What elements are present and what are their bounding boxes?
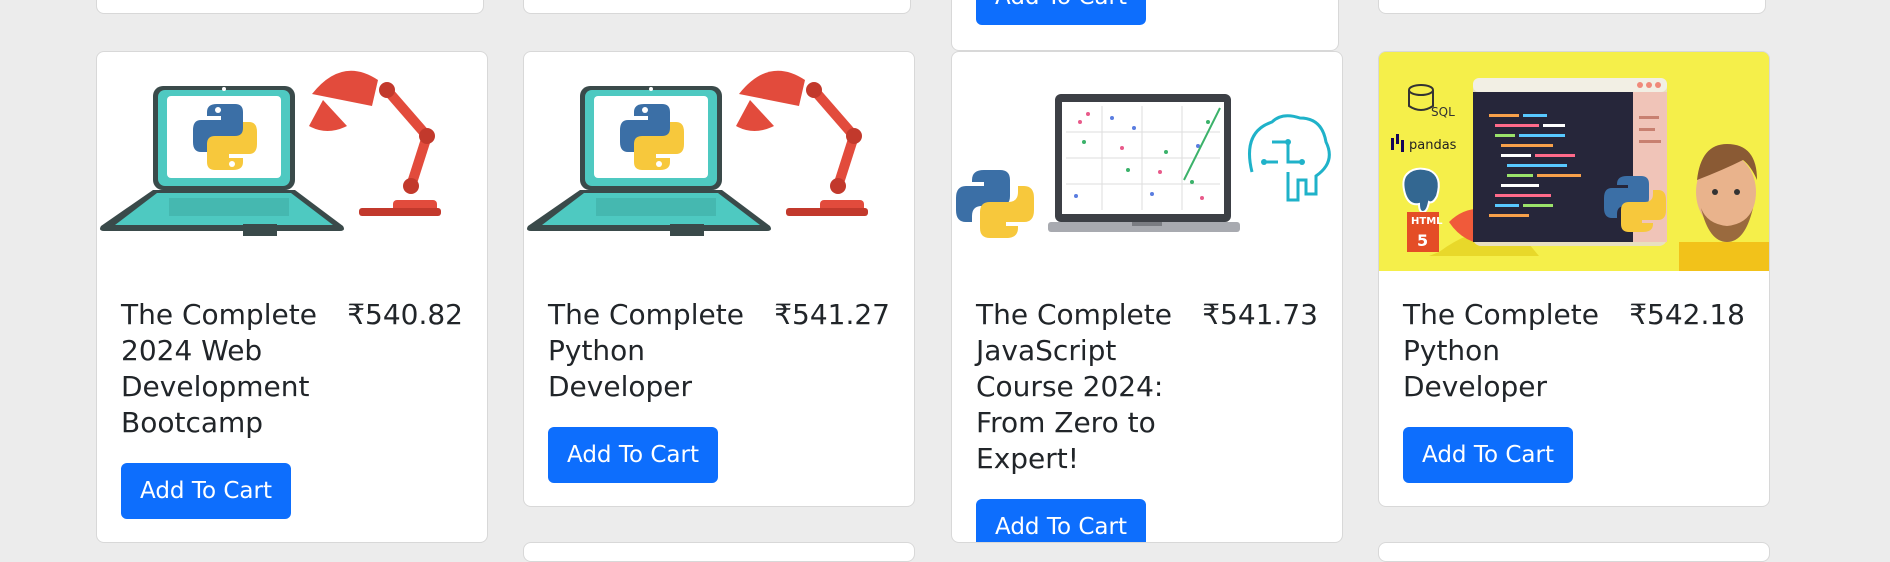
product-card: The Complete JavaScript Course 2024: Fro… — [951, 51, 1343, 543]
product-price: ₹542.18 — [1629, 298, 1745, 331]
add-to-cart-button[interactable]: Add To Cart — [976, 499, 1146, 542]
product-title: The Complete JavaScript Course 2024: Fro… — [976, 298, 1172, 475]
product-card-top-1 — [96, 0, 484, 14]
product-image — [524, 52, 914, 271]
svg-text:HTML: HTML — [1411, 216, 1443, 227]
product-card: The Complete 2024 Web Development Bootca… — [96, 51, 488, 543]
product-image — [97, 52, 487, 271]
python-developer-banner: SQL pandas HTML 5 — [1379, 52, 1769, 271]
product-card: The Complete Python Developer ₹541.27 Ad… — [523, 51, 915, 507]
product-price: ₹540.82 — [347, 298, 463, 331]
python-data-science-illustration — [956, 94, 1331, 238]
add-to-cart-button[interactable]: Add To Cart — [1403, 427, 1573, 483]
product-card: SQL pandas HTML 5 The Complete Python De… — [1378, 51, 1770, 507]
product-price: ₹541.27 — [774, 298, 890, 331]
product-card-next-4 — [1378, 542, 1770, 562]
python-laptop-lamp-illustration — [527, 70, 868, 236]
product-title: The Complete 2024 Web Development Bootca… — [121, 298, 317, 439]
svg-text:5: 5 — [1417, 231, 1428, 250]
product-card-top-3: Add To Cart — [951, 0, 1339, 51]
product-title: The Complete Python Developer — [1403, 298, 1599, 403]
product-title: The Complete Python Developer — [548, 298, 744, 403]
svg-text:SQL: SQL — [1431, 105, 1455, 119]
add-to-cart-button[interactable]: Add To Cart — [121, 463, 291, 519]
add-to-cart-button[interactable]: Add To Cart — [976, 0, 1146, 25]
product-image: SQL pandas HTML 5 — [1379, 52, 1769, 271]
product-card-top-4 — [1378, 0, 1766, 14]
product-card-next-2 — [523, 542, 915, 562]
python-laptop-lamp-illustration — [100, 70, 441, 236]
product-price: ₹541.73 — [1202, 298, 1318, 331]
product-image — [952, 52, 1342, 271]
product-card-top-2 — [523, 0, 911, 14]
add-to-cart-button[interactable]: Add To Cart — [548, 427, 718, 483]
svg-text:pandas: pandas — [1409, 138, 1457, 153]
